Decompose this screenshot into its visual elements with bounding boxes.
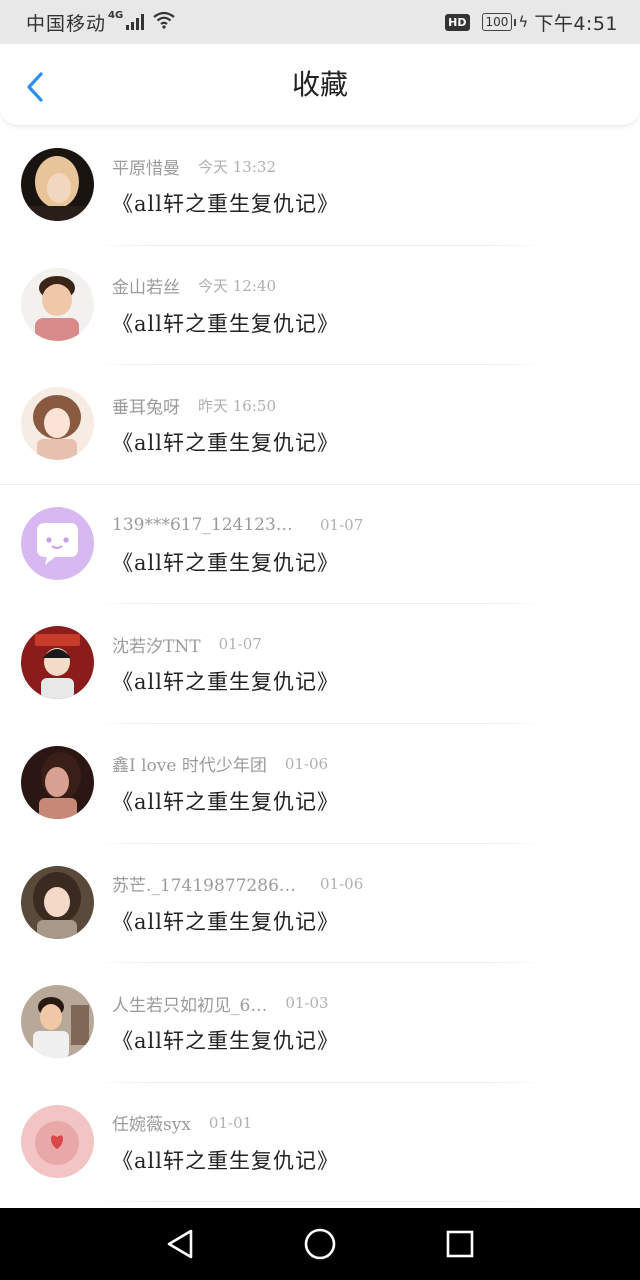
status-right: HD 100 ϟ 下午4:51 xyxy=(445,9,618,36)
user-name: 垂耳兔呀 xyxy=(112,397,180,418)
status-bar: 中国移动 4G HD 100 ϟ 下午4:51 xyxy=(0,0,640,44)
timestamp: 今天 13:32 xyxy=(198,157,276,176)
list-item[interactable]: 金山若丝 今天 12:40 《all轩之重生复仇记》 xyxy=(0,246,640,366)
user-name: 沈若汐TNT xyxy=(112,636,201,657)
book-title[interactable]: 《all轩之重生复仇记》 xyxy=(112,427,339,457)
list-item[interactable]: 沈若汐TNT 01-07 《all轩之重生复仇记》 xyxy=(0,604,640,724)
item-meta: 人生若只如初见_6… 01-03 xyxy=(112,991,329,1016)
book-title[interactable]: 《all轩之重生复仇记》 xyxy=(112,547,339,577)
divider xyxy=(90,1201,550,1203)
list-item[interactable]: 人生若只如初见_6… 01-03 《all轩之重生复仇记》 xyxy=(0,963,640,1083)
triangle-back-icon xyxy=(167,1229,193,1259)
network-type: 4G xyxy=(108,9,124,21)
book-title[interactable]: 《all轩之重生复仇记》 xyxy=(112,906,339,936)
timestamp: 01-06 xyxy=(320,874,364,893)
nav-back-button[interactable] xyxy=(150,1214,210,1274)
book-title[interactable]: 《all轩之重生复仇记》 xyxy=(112,1145,339,1175)
battery-icon: 100 xyxy=(481,13,513,31)
list-item[interactable]: 139***617_1241236366 01-07 《all轩之重生复仇记》 xyxy=(0,485,640,605)
user-name: 任婉薇syx xyxy=(112,1115,191,1136)
status-left: 中国移动 4G xyxy=(26,9,176,36)
signal-icon xyxy=(124,14,145,30)
battery-level: 100 xyxy=(485,15,509,29)
status-time: 下午4:51 xyxy=(534,12,618,35)
user-name: 139***617_1241236366 xyxy=(112,514,302,535)
avatar[interactable] xyxy=(21,387,94,461)
list-item[interactable]: 鑫I love 时代少年团 01-06 《all轩之重生复仇记》 xyxy=(0,724,640,844)
avatar[interactable] xyxy=(21,148,94,221)
carrier-name: 中国移动 xyxy=(26,12,107,35)
item-meta: 鑫I love 时代少年团 01-06 xyxy=(112,752,329,777)
timestamp: 01-01 xyxy=(208,1113,253,1132)
avatar[interactable] xyxy=(21,985,94,1059)
item-meta: 沈若汐TNT 01-07 xyxy=(112,632,262,657)
avatar[interactable] xyxy=(21,267,94,341)
battery-tip xyxy=(514,18,517,26)
item-meta: 苏芒._174198772861… 01-06 xyxy=(112,872,364,897)
item-meta: 金山若丝 今天 12:40 xyxy=(112,274,276,298)
avatar[interactable] xyxy=(21,865,94,939)
hd-badge: HD xyxy=(445,13,470,31)
chevron-left-icon xyxy=(27,72,43,102)
book-title[interactable]: 《all轩之重生复仇记》 xyxy=(112,1025,339,1055)
user-name: 人生若只如初见_6… xyxy=(112,995,268,1016)
list-item[interactable]: 垂耳兔呀 昨天 16:50 《all轩之重生复仇记》 xyxy=(0,365,640,485)
avatar[interactable] xyxy=(21,626,94,700)
charging-icon: ϟ xyxy=(518,13,529,31)
timestamp: 昨天 16:50 xyxy=(198,396,276,415)
book-title[interactable]: 《all轩之重生复仇记》 xyxy=(112,786,339,816)
avatar[interactable] xyxy=(21,1104,94,1178)
timestamp: 01-07 xyxy=(320,515,364,534)
book-title[interactable]: 《all轩之重生复仇记》 xyxy=(112,188,339,218)
nav-recents-button[interactable] xyxy=(430,1214,490,1274)
timestamp: 01-07 xyxy=(218,635,262,654)
list-item[interactable]: 平原惜曼 今天 13:32 《all轩之重生复仇记》 xyxy=(0,126,640,246)
header: 收藏 xyxy=(0,44,640,126)
system-nav-bar xyxy=(0,1208,640,1280)
nav-home-button[interactable] xyxy=(290,1214,350,1274)
circle-home-icon xyxy=(304,1228,336,1260)
list-item[interactable]: 任婉薇syx 01-01 《all轩之重生复仇记》 xyxy=(0,1083,640,1203)
wifi-icon xyxy=(152,11,176,34)
avatar[interactable] xyxy=(21,745,94,819)
favorites-list: 平原惜曼 今天 13:32 《all轩之重生复仇记》 金山若丝 今天 12:40… xyxy=(0,126,640,1203)
timestamp: 今天 12:40 xyxy=(198,277,276,296)
back-button[interactable] xyxy=(18,70,52,104)
item-meta: 任婉薇syx 01-01 xyxy=(112,1111,253,1136)
square-recents-icon xyxy=(446,1230,474,1258)
book-title[interactable]: 《all轩之重生复仇记》 xyxy=(112,308,339,338)
page-title: 收藏 xyxy=(291,68,348,101)
timestamp: 01-03 xyxy=(285,994,329,1013)
user-name: 平原惜曼 xyxy=(112,158,180,179)
avatar[interactable] xyxy=(21,506,94,580)
timestamp: 01-06 xyxy=(284,754,329,773)
user-name: 鑫I love 时代少年团 xyxy=(112,756,267,777)
user-name: 苏芒._174198772861… xyxy=(112,876,302,897)
item-meta: 垂耳兔呀 昨天 16:50 xyxy=(112,393,276,418)
item-meta: 平原惜曼 今天 13:32 xyxy=(112,154,276,179)
user-name: 金山若丝 xyxy=(112,278,180,299)
list-item[interactable]: 苏芒._174198772861… 01-06 《all轩之重生复仇记》 xyxy=(0,844,640,964)
book-title[interactable]: 《all轩之重生复仇记》 xyxy=(112,666,339,696)
item-meta: 139***617_1241236366 01-07 xyxy=(112,513,363,537)
